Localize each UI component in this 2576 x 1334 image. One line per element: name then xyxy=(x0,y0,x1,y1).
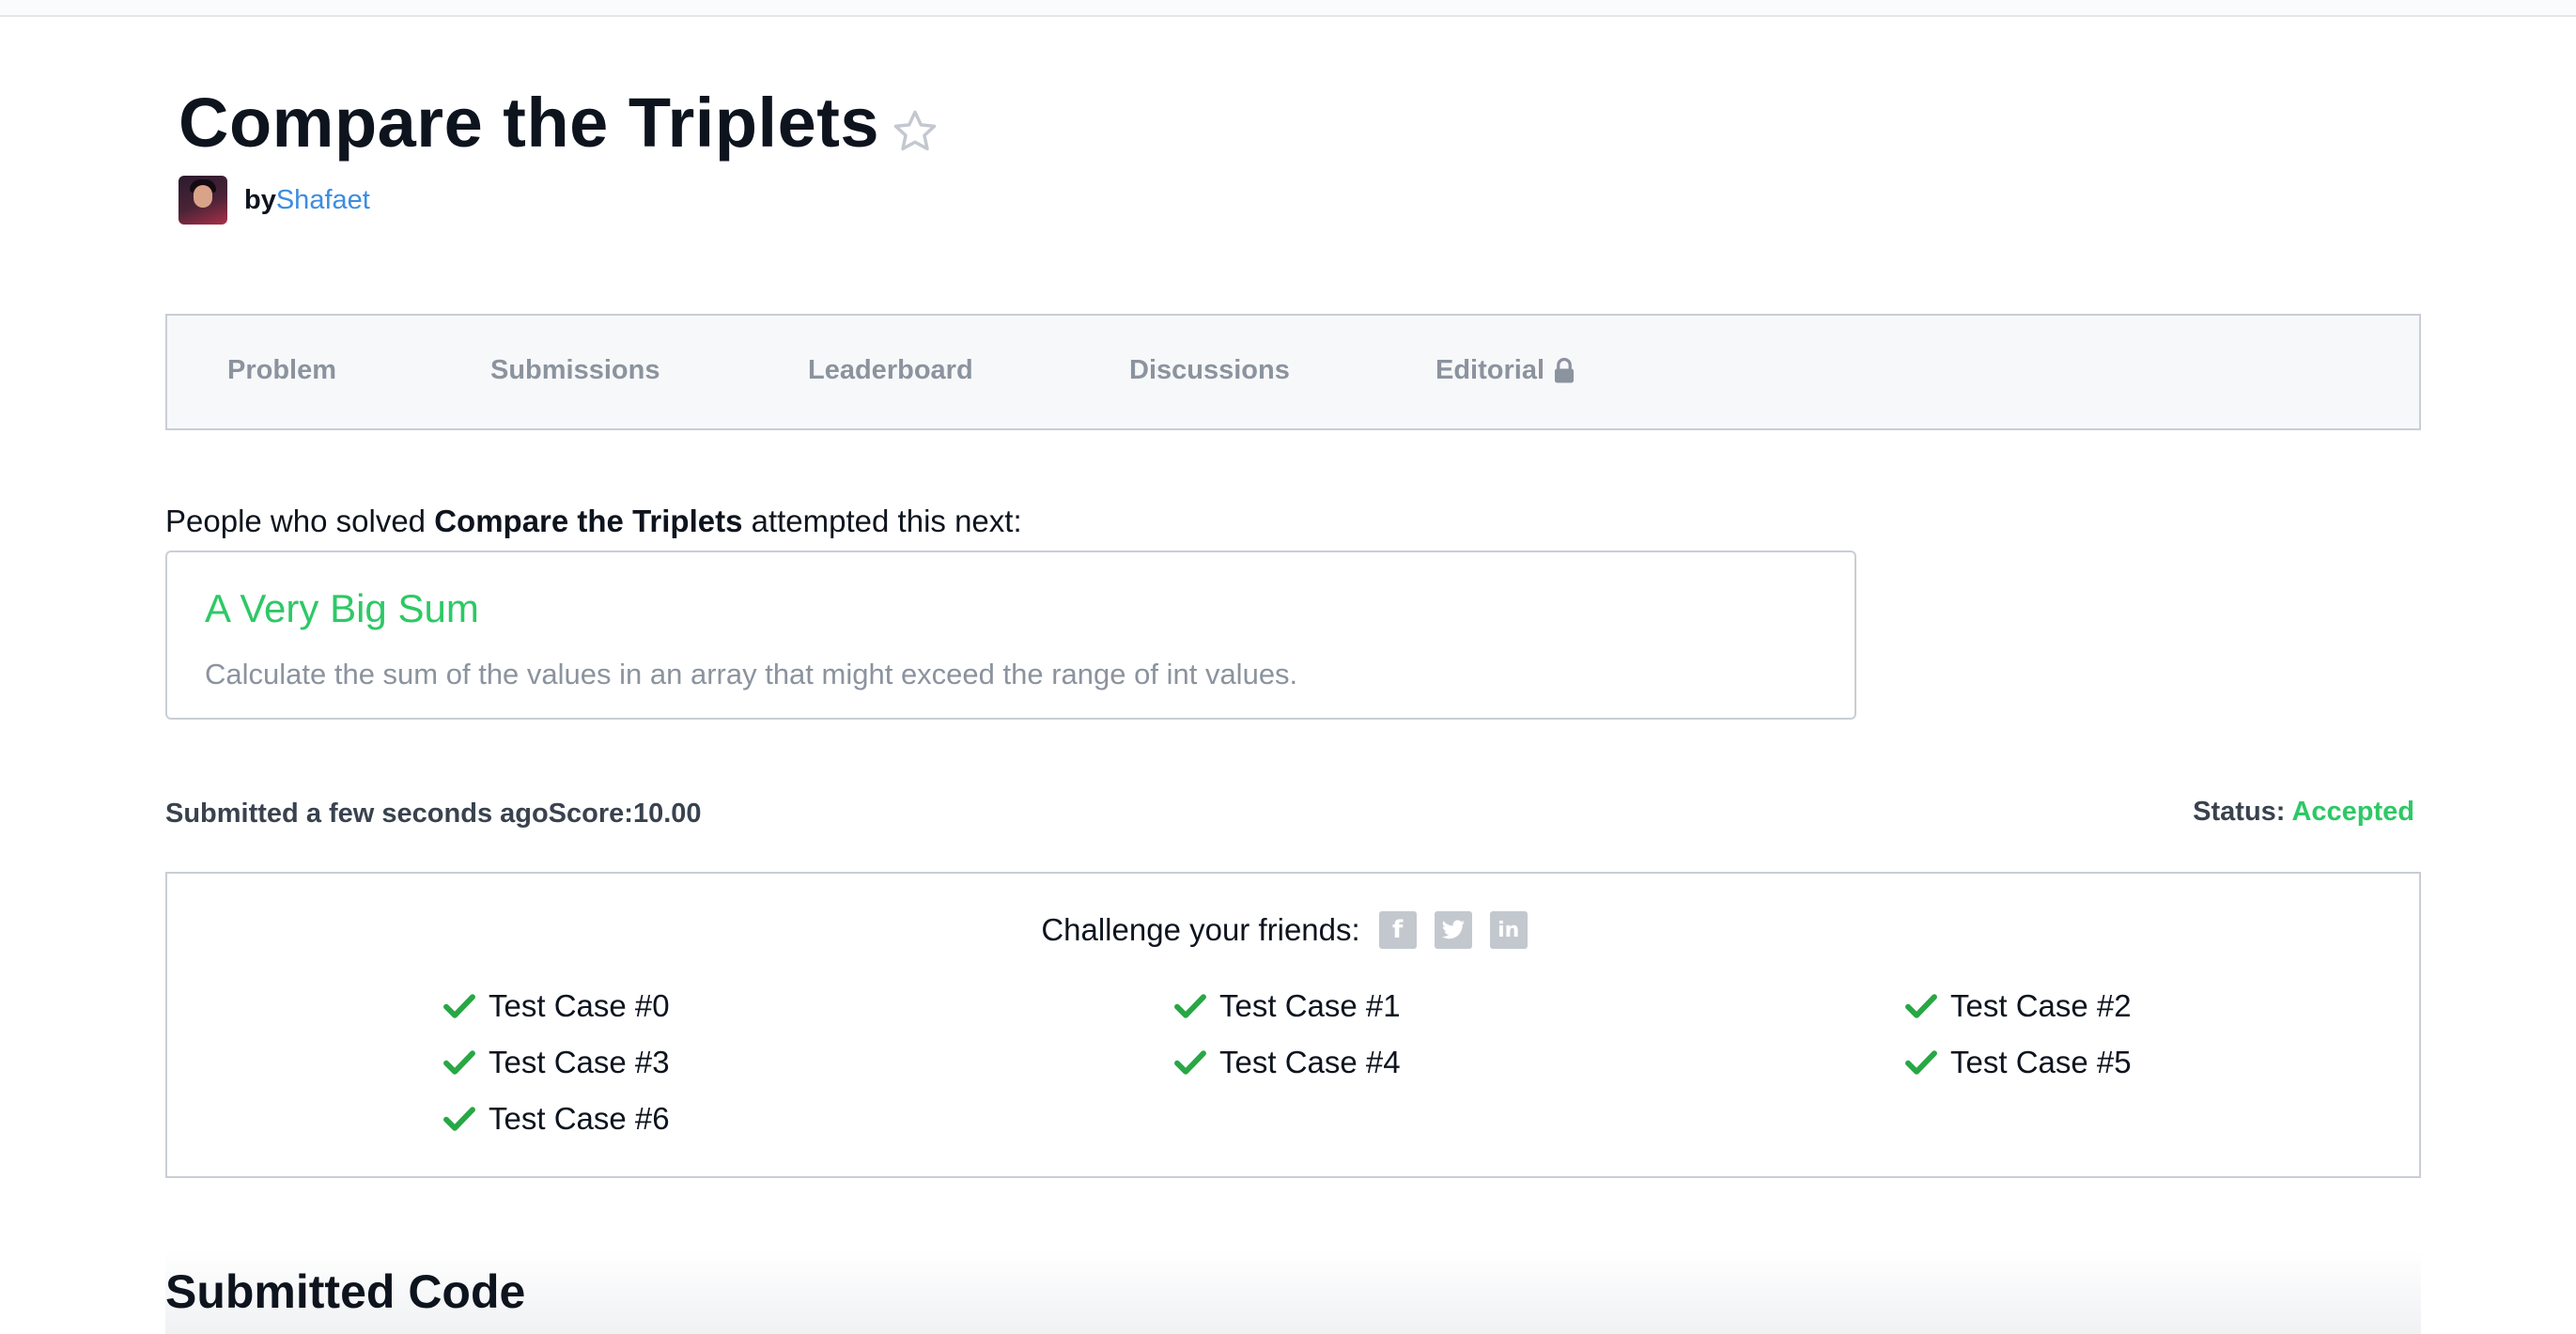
challenge-friends-row: Challenge your friends: f in xyxy=(167,911,2419,949)
challenge-friends-label: Challenge your friends: xyxy=(1041,912,1360,947)
next-challenge-card[interactable]: A Very Big Sum Calculate the sum of the … xyxy=(165,551,1856,720)
status-value: Accepted xyxy=(2291,797,2414,827)
challenge-tabs: Problem Submissions Leaderboard Discussi… xyxy=(165,314,2421,430)
challenge-header: Compare the Triplets by Shafaet xyxy=(178,83,939,225)
test-case-item[interactable]: Test Case #1 xyxy=(1174,988,1401,1024)
tab-problem[interactable]: Problem xyxy=(227,355,336,386)
test-case-item[interactable]: Test Case #3 xyxy=(443,1045,670,1080)
test-case-label: Test Case #3 xyxy=(489,1045,670,1079)
author-link[interactable]: Shafaet xyxy=(276,185,370,216)
next-intro-prefix: People who solved xyxy=(165,504,435,538)
next-challenge-intro: People who solved Compare the Triplets a… xyxy=(165,504,1022,539)
tab-leaderboard-label: Leaderboard xyxy=(808,355,973,385)
test-case-label: Test Case #1 xyxy=(1219,988,1401,1023)
tab-submissions[interactable]: Submissions xyxy=(490,355,660,386)
submitted-code-heading: Submitted Code xyxy=(165,1265,526,1318)
check-icon xyxy=(1174,994,1206,1018)
submission-info: Submitted a few seconds agoScore:10.00 xyxy=(165,799,702,829)
tab-problem-label: Problem xyxy=(227,355,337,385)
star-icon[interactable] xyxy=(891,107,939,156)
next-intro-challenge: Compare the Triplets xyxy=(434,504,743,538)
twitter-icon[interactable] xyxy=(1434,911,1472,949)
test-results-panel: Challenge your friends: f in Test Case #… xyxy=(165,872,2421,1178)
test-case-item[interactable]: Test Case #5 xyxy=(1905,1045,2132,1080)
lock-icon xyxy=(1555,357,1575,382)
check-icon xyxy=(1174,1050,1206,1075)
tab-editorial[interactable]: Editorial xyxy=(1435,355,1576,386)
facebook-icon[interactable]: f xyxy=(1378,911,1417,949)
next-intro-suffix: attempted this next: xyxy=(742,504,1022,538)
page-title: Compare the Triplets xyxy=(178,84,880,162)
test-case-item[interactable]: Test Case #6 xyxy=(443,1101,670,1137)
submission-status: Status: Accepted xyxy=(2193,797,2414,828)
tab-discussions[interactable]: Discussions xyxy=(1129,355,1290,386)
tab-leaderboard[interactable]: Leaderboard xyxy=(808,355,973,386)
author-avatar[interactable] xyxy=(178,176,227,225)
top-bar-edge xyxy=(0,0,2576,17)
check-icon xyxy=(443,994,475,1018)
test-case-item[interactable]: Test Case #2 xyxy=(1905,988,2132,1024)
test-case-item[interactable]: Test Case #4 xyxy=(1174,1045,1401,1080)
test-case-label: Test Case #2 xyxy=(1950,988,2132,1023)
test-case-label: Test Case #6 xyxy=(489,1101,670,1136)
test-case-label: Test Case #5 xyxy=(1950,1045,2132,1079)
tab-discussions-label: Discussions xyxy=(1129,355,1290,385)
next-challenge-title[interactable]: A Very Big Sum xyxy=(205,586,1817,631)
next-challenge-description: Calculate the sum of the values in an ar… xyxy=(205,658,1298,690)
status-label: Status: xyxy=(2193,797,2292,827)
test-case-item[interactable]: Test Case #0 xyxy=(443,988,670,1024)
by-label: by xyxy=(244,184,276,215)
linkedin-icon[interactable]: in xyxy=(1489,911,1528,949)
test-case-label: Test Case #0 xyxy=(489,988,670,1023)
test-case-label: Test Case #4 xyxy=(1219,1045,1401,1079)
tab-editorial-label: Editorial xyxy=(1435,355,1545,385)
check-icon xyxy=(443,1107,475,1131)
check-icon xyxy=(1905,994,1937,1018)
check-icon xyxy=(443,1050,475,1075)
tab-submissions-label: Submissions xyxy=(490,355,660,385)
check-icon xyxy=(1905,1050,1937,1075)
